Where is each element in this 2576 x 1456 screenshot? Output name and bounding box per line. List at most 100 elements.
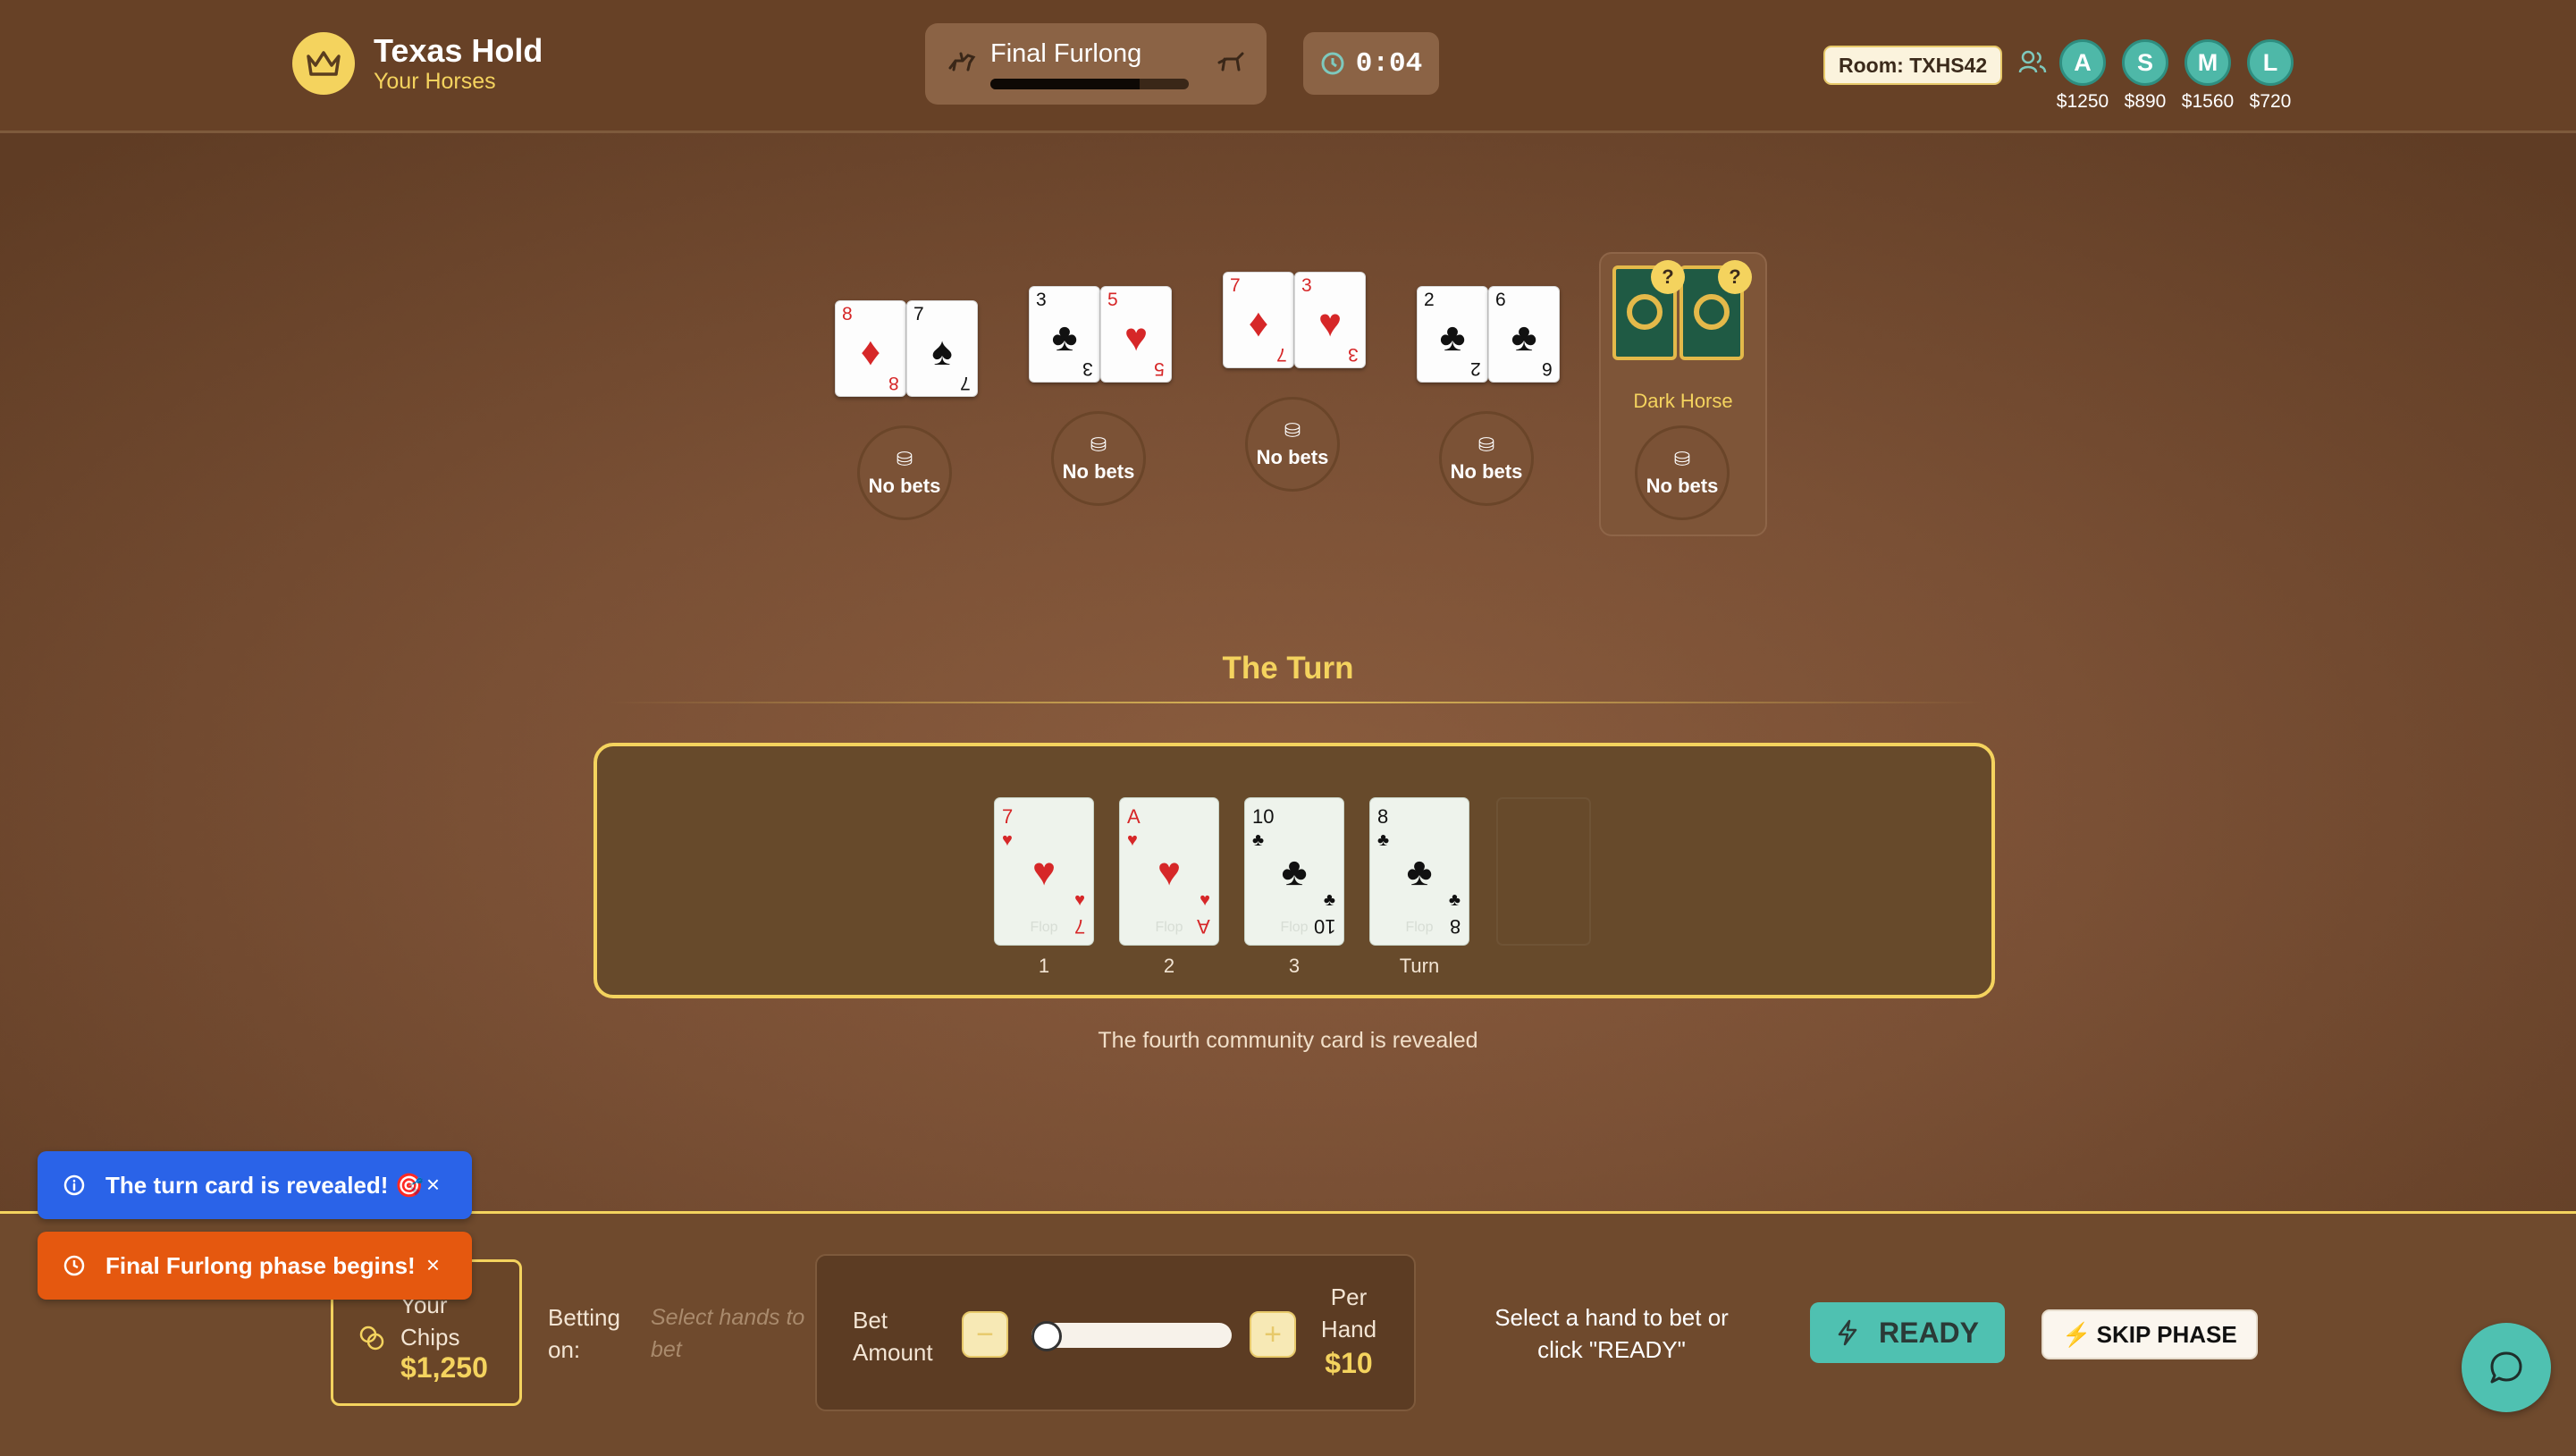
bet-circle[interactable]: ⛁ No bets	[857, 425, 952, 520]
community-card: 10 ♣ ♣ ♣ 10 Flop	[1244, 797, 1344, 946]
decrease-bet-button[interactable]: −	[962, 1311, 1008, 1358]
card-rank: 10	[1252, 805, 1275, 828]
card-rank: 7	[1002, 805, 1014, 828]
player-chips: $720	[2249, 91, 2292, 112]
avatar: S	[2122, 39, 2168, 86]
playing-card[interactable]: 6 ♣ 6	[1488, 286, 1560, 383]
race-progress-fill	[990, 79, 1140, 89]
card-suit: ♦	[860, 330, 881, 374]
card-suit-small: ♣	[1377, 830, 1390, 850]
card-suit-small: ♣	[1252, 830, 1265, 850]
betting-on-hint: Select hands to bet	[651, 1305, 805, 1362]
info-icon	[63, 1174, 85, 1196]
toast-phase-begins: Final Furlong phase begins! ×	[38, 1232, 472, 1300]
card-rank: 7	[960, 373, 971, 393]
card-suit-small: ♥	[1127, 830, 1138, 850]
bet-status: No bets	[1646, 475, 1719, 497]
avatar: M	[2185, 39, 2231, 86]
community-card: 7 ♥ ♥ ♥ 7 Flop	[994, 797, 1094, 946]
coins-icon: ⛁	[1673, 448, 1691, 470]
room-code: Room: TXHS42	[1823, 46, 2003, 85]
player-chips: $1560	[2181, 91, 2235, 112]
card-suit: ♥	[1157, 850, 1182, 894]
community-card-label: 2	[1163, 955, 1175, 977]
card-rank: 3	[1082, 358, 1093, 379]
card-rank: 6	[1495, 290, 1506, 310]
phase-timer: 0:04	[1303, 32, 1439, 95]
player-s[interactable]: S $890	[2114, 39, 2176, 113]
ready-button[interactable]: READY	[1810, 1302, 2005, 1363]
river-slot-empty	[1496, 797, 1591, 946]
playing-card[interactable]: 3 ♥ 3	[1294, 272, 1366, 368]
card-rank: 7	[913, 304, 924, 324]
playing-card[interactable]: 3 ♣ 3	[1029, 286, 1100, 383]
skip-label: SKIP PHASE	[2096, 1320, 2237, 1348]
dark-horse-label: Dark Horse	[1633, 390, 1733, 412]
horse-icon	[1217, 52, 1244, 72]
chat-button[interactable]	[2462, 1323, 2551, 1412]
card-suit: ♣	[1406, 850, 1433, 894]
card-rank: 6	[1542, 358, 1553, 379]
close-icon[interactable]: ×	[426, 1251, 440, 1279]
card-rank: A	[1127, 805, 1141, 828]
card-suit-small: ♣	[1448, 890, 1461, 910]
playing-card[interactable]: 5 ♥ 5	[1100, 286, 1172, 383]
toast-message: Final Furlong phase begins!	[105, 1251, 416, 1279]
player-l[interactable]: L $720	[2239, 39, 2302, 113]
bet-amount-label: Bet Amount	[853, 1307, 933, 1366]
card-watermark: Flop	[1280, 920, 1309, 935]
hidden-card-badge: ?	[1718, 260, 1752, 294]
coins-icon: ⛁	[1284, 419, 1301, 442]
increase-bet-button[interactable]: +	[1250, 1311, 1296, 1358]
timer-value: 0:04	[1355, 47, 1423, 80]
card-suit-small: ♥	[1200, 890, 1210, 910]
player-a[interactable]: A $1250	[2051, 39, 2114, 113]
playing-card[interactable]: 7 ♦ 7	[1223, 272, 1294, 368]
skip-phase-button[interactable]: ⚡ SKIP PHASE	[2041, 1309, 2258, 1359]
card-suit-small: ♥	[1074, 890, 1085, 910]
card-rank: 3	[1036, 290, 1047, 310]
per-hand-amount: $10	[1325, 1347, 1373, 1379]
bet-slider-thumb[interactable]	[1031, 1321, 1062, 1351]
horse-rider-icon	[948, 52, 976, 72]
lightning-icon	[1838, 1319, 1857, 1346]
player-chips: $1250	[2056, 91, 2109, 112]
bet-status: No bets	[1450, 460, 1523, 483]
playing-card[interactable]: 7 ♠ 7	[906, 300, 978, 397]
bet-circle[interactable]: ⛁ No bets	[1635, 425, 1730, 520]
bet-circle[interactable]: ⛁ No bets	[1245, 397, 1340, 492]
card-rank: 3	[1301, 275, 1312, 296]
community-card: 8 ♣ ♣ ♣ 8 Flop	[1369, 797, 1469, 946]
card-rank: 7	[1276, 344, 1287, 365]
brand-subtitle: Your Horses	[374, 69, 496, 94]
coins-icon: ⛁	[1090, 433, 1107, 456]
close-icon[interactable]: ×	[426, 1171, 440, 1199]
coins-icon: ⛁	[896, 448, 913, 470]
community-card-label: 1	[1038, 955, 1050, 977]
bet-circle[interactable]: ⛁ No bets	[1439, 411, 1534, 506]
card-rank: 2	[1424, 290, 1435, 310]
dark-horse-hand[interactable]: ? ? Dark Horse ⛁ No bets	[1599, 252, 1767, 536]
community-card-label: 3	[1288, 955, 1301, 977]
playing-card[interactable]: 8 ♦ 8	[835, 300, 906, 397]
card-rank: 5	[1107, 290, 1118, 310]
player-chips: $890	[2124, 91, 2167, 112]
chips-amount: $1,250	[400, 1351, 488, 1384]
bet-slider[interactable]	[1031, 1321, 1232, 1351]
race-status: Final Furlong	[925, 23, 1267, 105]
betting-on-label: Betting on:	[548, 1304, 620, 1363]
race-name: Final Furlong	[990, 39, 1142, 68]
card-suit: ♣	[1051, 316, 1078, 359]
card-rank: 5	[1154, 358, 1165, 379]
player-m[interactable]: M $1560	[2176, 39, 2239, 113]
bet-circle[interactable]: ⛁ No bets	[1051, 411, 1146, 506]
card-rank: 8	[842, 304, 853, 324]
playing-card[interactable]: 2 ♣ 2	[1417, 286, 1488, 383]
per-hand-label: Per Hand	[1320, 1283, 1377, 1342]
coins-icon	[359, 1326, 384, 1351]
bet-status: No bets	[1062, 460, 1135, 483]
card-rank: 8	[1377, 805, 1389, 828]
card-rank: 3	[1348, 344, 1359, 365]
card-suit: ♦	[1248, 301, 1269, 345]
ready-label: READY	[1878, 1316, 1979, 1349]
